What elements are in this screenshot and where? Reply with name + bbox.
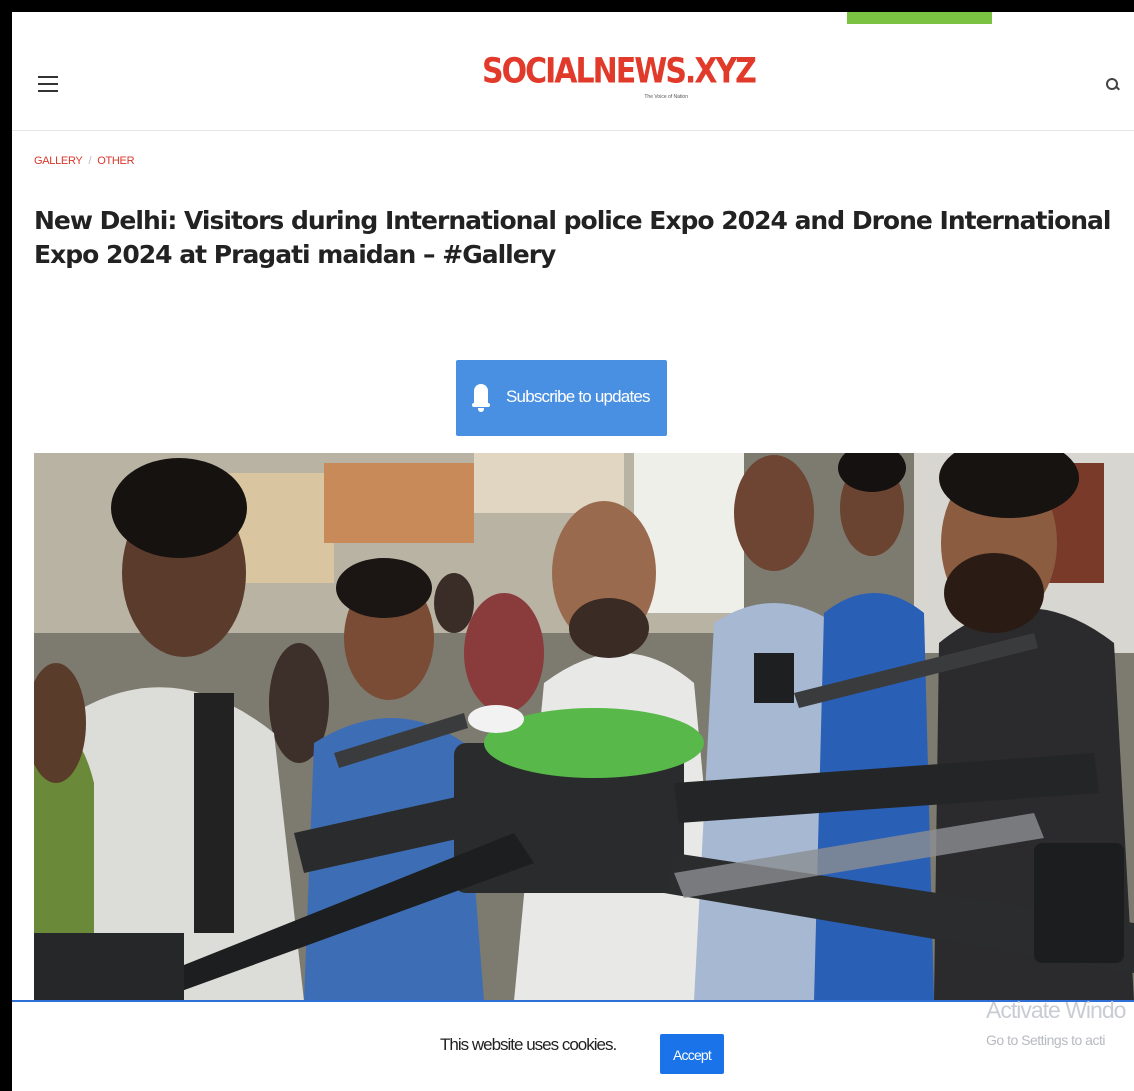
logo-tagline: The Voice of Nation	[644, 94, 688, 100]
menu-icon[interactable]	[38, 76, 58, 94]
os-activation-watermark: Activate Windo	[986, 997, 1126, 1023]
logo-text: SOCIALNEWS.XYZ	[482, 51, 757, 92]
cookie-notice: This website uses cookies. Accept	[12, 1000, 1134, 1091]
breadcrumb-separator: /	[88, 155, 92, 167]
breadcrumb: GALLERY / OTHER	[34, 155, 135, 167]
bell-icon	[472, 384, 490, 412]
article-photo	[34, 453, 1134, 1001]
cookie-text: This website uses cookies.	[440, 1035, 617, 1054]
breadcrumb-other[interactable]: OTHER	[97, 155, 134, 167]
os-activation-hint: Go to Settings to acti	[986, 1032, 1105, 1048]
browser-viewport: SOCIALNEWS.XYZ The Voice of Nation GALLE…	[12, 12, 1134, 1091]
site-logo[interactable]: SOCIALNEWS.XYZ The Voice of Nation	[482, 51, 757, 100]
subscribe-button[interactable]: Subscribe to updates	[456, 360, 667, 436]
accept-cookies-button[interactable]: Accept	[660, 1034, 724, 1074]
breadcrumb-gallery[interactable]: GALLERY	[34, 155, 83, 167]
site-header: SOCIALNEWS.XYZ The Voice of Nation	[12, 18, 1134, 131]
subscribe-label: Subscribe to updates	[506, 387, 651, 406]
article-title: New Delhi: Visitors during International…	[34, 206, 1111, 269]
search-icon[interactable]	[1106, 78, 1120, 91]
